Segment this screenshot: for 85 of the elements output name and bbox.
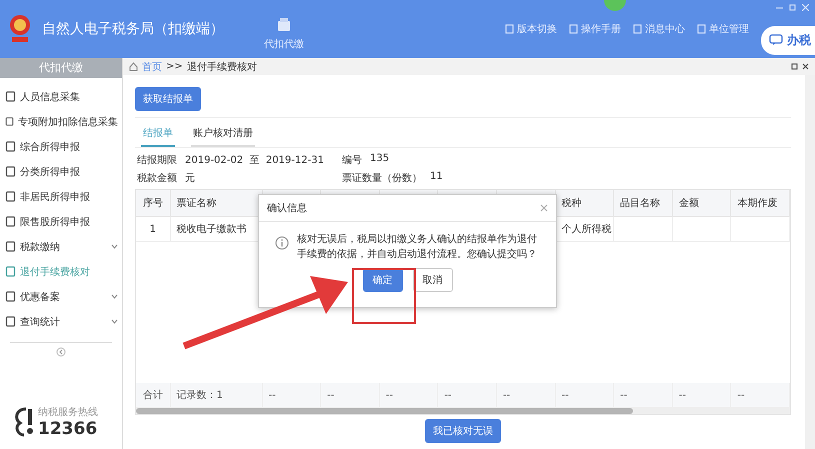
document-icon <box>5 166 16 177</box>
document-icon <box>5 316 16 327</box>
table-cell: -- <box>262 383 321 408</box>
wallet-icon <box>276 17 292 33</box>
table-cell: -- <box>614 383 672 408</box>
table-cell: -- <box>496 383 556 408</box>
close-icon <box>802 4 809 11</box>
document-icon <box>5 216 16 227</box>
horizontal-scrollbar[interactable] <box>136 408 790 414</box>
hotline-number: 12366 <box>38 419 98 439</box>
header-tab[interactable]: 办税 <box>761 26 815 54</box>
table-cell: -- <box>555 383 614 408</box>
table-cell: 1 <box>136 216 170 242</box>
header-link[interactable]: 单位管理 <box>697 22 749 36</box>
restore-icon <box>789 4 796 11</box>
chat-icon <box>769 34 783 46</box>
window-title: 自然人电子税务局（扣缴端） <box>42 20 224 38</box>
header-link[interactable]: 版本切换 <box>505 22 557 36</box>
document-icon <box>633 24 642 34</box>
sidebar-item[interactable]: 分类所得申报 <box>0 159 122 184</box>
highlight-box <box>352 268 416 324</box>
home-icon <box>129 62 138 71</box>
toolbar-button[interactable]: 代扣代缴 <box>264 17 304 51</box>
document-icon <box>697 24 706 34</box>
confirm-button[interactable]: 我已核对无误 <box>425 419 501 443</box>
hotline-label: 纳税服务热线 <box>38 406 98 419</box>
info-icon <box>275 236 289 250</box>
document-icon <box>505 24 514 34</box>
column-header: 税种 <box>555 190 614 216</box>
document-icon <box>5 191 16 202</box>
sidebar-item[interactable]: 优惠备案 <box>0 284 122 309</box>
sidebar-item[interactable]: 查询统计 <box>0 309 122 334</box>
field-value: 11 <box>430 171 443 184</box>
field-label: 结报期限 <box>137 154 177 167</box>
cancel-button[interactable]: 取消 <box>412 268 452 292</box>
field-label: 票证数量（份数） <box>342 172 422 185</box>
sidebar-item[interactable]: 退付手续费核对 <box>0 259 122 284</box>
field-value: 2019-02-02 至 2019-12-31 <box>185 154 324 167</box>
column-header: 本期作废 <box>730 190 790 216</box>
floating-badge-icon <box>604 0 626 12</box>
close-icon <box>802 63 809 70</box>
breadcrumb-text: >> <box>166 61 183 72</box>
document-icon <box>5 116 14 127</box>
tab[interactable]: 账户核对清册 <box>191 126 255 147</box>
field-value: 135 <box>370 153 390 166</box>
dialog-message: 核对无误后，税局以扣缴义务人确认的结报单作为退付手续费的依据，并自动启动退付流程。您确认提交吗？ <box>297 232 538 262</box>
table-cell: -- <box>672 383 731 408</box>
breadcrumb-text: 退付手续费核对 <box>186 60 257 74</box>
emblem-icon <box>8 14 32 44</box>
field-label: 税款金额 <box>137 172 177 185</box>
document-icon <box>5 91 16 102</box>
document-icon <box>5 266 16 277</box>
tab[interactable]: 结报单 <box>141 126 175 147</box>
document-icon <box>5 141 16 152</box>
table-cell: 合计 <box>136 383 170 408</box>
sidebar-item[interactable]: 专项附加扣除信息采集 <box>0 109 122 134</box>
table-cell: -- <box>730 383 790 408</box>
dialog-title: 确认信息 <box>267 202 307 215</box>
sidebar-item[interactable]: 限售股所得申报 <box>0 209 122 234</box>
document-icon <box>569 24 578 34</box>
column-header: 序号 <box>136 190 170 216</box>
sidebar-title: 代扣代缴 <box>0 58 122 78</box>
restore-icon <box>791 63 798 70</box>
field-value: 元 <box>185 172 195 185</box>
ok-button[interactable]: 确定 <box>362 268 402 292</box>
sidebar-item[interactable]: 税款缴纳 <box>0 234 122 259</box>
field-label: 编号 <box>342 154 362 167</box>
sidebar-item[interactable]: 人员信息采集 <box>0 84 122 109</box>
fetch-button[interactable]: 获取结报单 <box>135 87 201 111</box>
document-icon <box>5 241 16 252</box>
close-icon <box>540 204 548 212</box>
document-icon <box>5 291 16 302</box>
table-cell: -- <box>320 383 380 408</box>
header-link[interactable]: 消息中心 <box>633 22 685 36</box>
column-header: 品目名称 <box>614 190 672 216</box>
breadcrumb-link[interactable]: 首页 <box>142 60 162 74</box>
collapse-icon <box>56 347 66 357</box>
sidebar-item[interactable]: 综合所得申报 <box>0 134 122 159</box>
header-link[interactable]: 操作手册 <box>569 22 621 36</box>
column-header: 票证名称 <box>170 190 262 216</box>
sidebar-item[interactable]: 非居民所得申报 <box>0 184 122 209</box>
table-cell: -- <box>379 383 438 408</box>
column-header: 金额 <box>672 190 731 216</box>
table-cell: -- <box>438 383 496 408</box>
table-cell: 记录数：1 <box>170 383 262 408</box>
